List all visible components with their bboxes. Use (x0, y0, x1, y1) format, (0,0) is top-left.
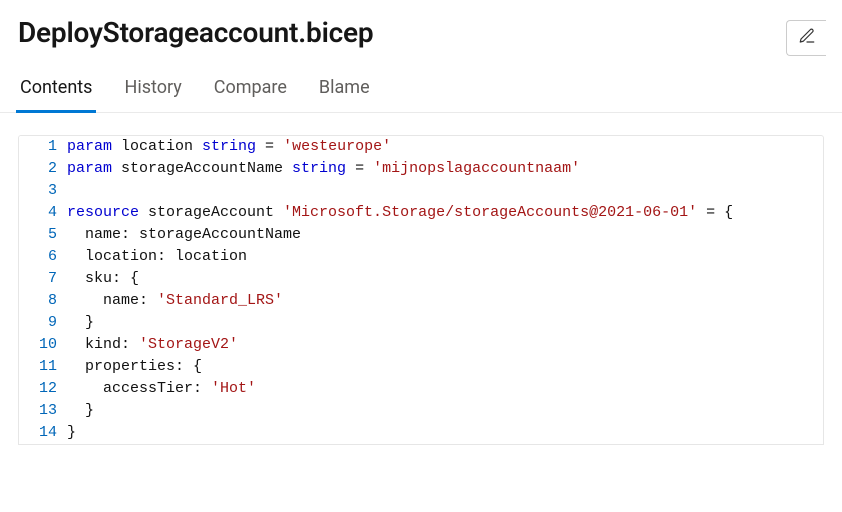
line-content: } (67, 400, 823, 422)
code-line: 8 name: 'Standard_LRS' (19, 290, 823, 312)
code-line: 9 } (19, 312, 823, 334)
edit-button[interactable] (786, 20, 826, 56)
code-line: 4resource storageAccount 'Microsoft.Stor… (19, 202, 823, 224)
line-content (67, 180, 823, 202)
code-line: 12 accessTier: 'Hot' (19, 378, 823, 400)
line-number: 6 (19, 246, 67, 268)
tab-contents[interactable]: Contents (18, 71, 94, 112)
line-content: location: location (67, 246, 823, 268)
pencil-icon (798, 27, 816, 49)
line-content: resource storageAccount 'Microsoft.Stora… (67, 202, 823, 224)
line-content: name: 'Standard_LRS' (67, 290, 823, 312)
line-content: name: storageAccountName (67, 224, 823, 246)
code-line: 10 kind: 'StorageV2' (19, 334, 823, 356)
line-content: param storageAccountName string = 'mijno… (67, 158, 823, 180)
line-content: sku: { (67, 268, 823, 290)
code-line: 14} (19, 422, 823, 444)
code-viewer: 1param location string = 'westeurope'2pa… (18, 135, 824, 445)
tab-history[interactable]: History (122, 71, 183, 112)
line-number: 11 (19, 356, 67, 378)
tabs: Contents History Compare Blame (0, 71, 842, 113)
line-number: 2 (19, 158, 67, 180)
code-line: 13 } (19, 400, 823, 422)
line-number: 5 (19, 224, 67, 246)
code-line: 5 name: storageAccountName (19, 224, 823, 246)
code-line: 6 location: location (19, 246, 823, 268)
line-number: 3 (19, 180, 67, 202)
code-line: 7 sku: { (19, 268, 823, 290)
line-content: accessTier: 'Hot' (67, 378, 823, 400)
line-content: } (67, 312, 823, 334)
line-number: 1 (19, 136, 67, 158)
line-number: 8 (19, 290, 67, 312)
tab-blame[interactable]: Blame (317, 71, 372, 112)
line-number: 4 (19, 202, 67, 224)
line-content: properties: { (67, 356, 823, 378)
code-line: 1param location string = 'westeurope' (19, 136, 823, 158)
line-number: 14 (19, 422, 67, 444)
line-content: } (67, 422, 823, 444)
code-line: 3 (19, 180, 823, 202)
line-number: 12 (19, 378, 67, 400)
line-content: kind: 'StorageV2' (67, 334, 823, 356)
line-content: param location string = 'westeurope' (67, 136, 823, 158)
line-number: 7 (19, 268, 67, 290)
line-number: 13 (19, 400, 67, 422)
code-line: 2param storageAccountName string = 'mijn… (19, 158, 823, 180)
line-number: 9 (19, 312, 67, 334)
page-title: DeployStorageaccount.bicep (18, 16, 373, 49)
tab-compare[interactable]: Compare (212, 71, 289, 112)
line-number: 10 (19, 334, 67, 356)
code-line: 11 properties: { (19, 356, 823, 378)
